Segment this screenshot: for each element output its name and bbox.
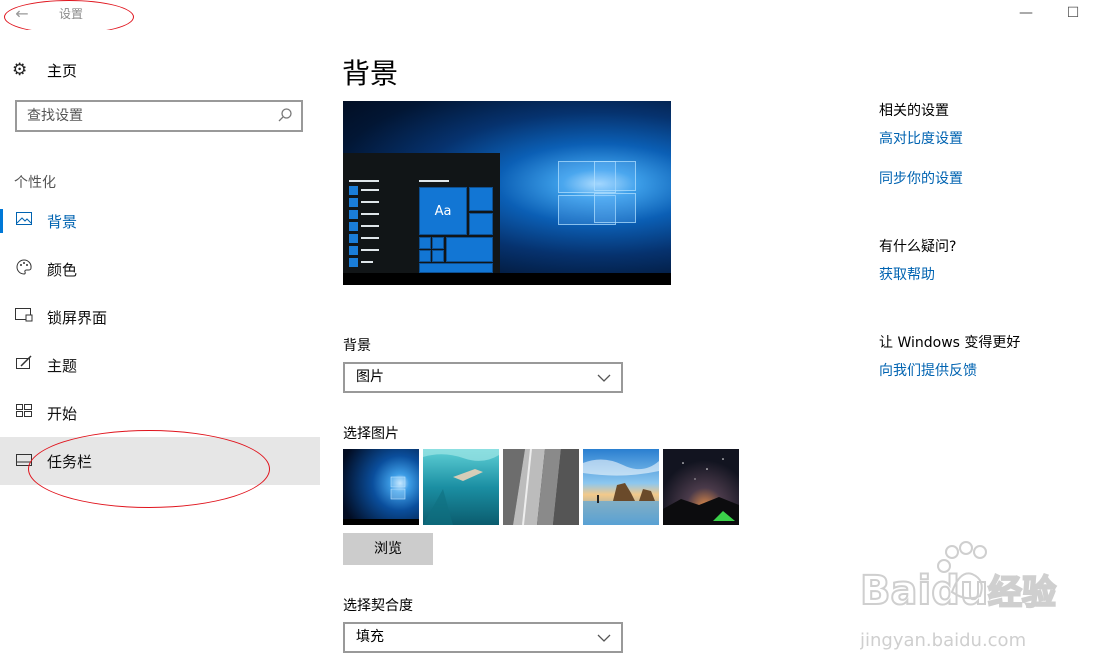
browse-button[interactable]: 浏览	[343, 533, 433, 565]
chevron-down-icon	[597, 365, 611, 401]
baidu-jingyan-watermark: Baidu 经验 jingyan.baidu.com	[860, 541, 1057, 651]
sidebar-item-label: 颜色	[47, 260, 78, 279]
feedback-link[interactable]: 向我们提供反馈	[879, 360, 977, 380]
sidebar-item-themes[interactable]: 主题	[0, 341, 320, 389]
palette-icon	[13, 259, 35, 279]
back-button[interactable]: ←	[8, 4, 36, 26]
preview-start-menu: Aa	[343, 153, 500, 273]
watermark-brand: Baidu	[860, 568, 988, 614]
picture-icon	[13, 212, 35, 230]
theme-brush-icon	[13, 355, 35, 375]
section-heading: 个性化	[14, 175, 56, 191]
picture-thumbnail-rock[interactable]	[503, 449, 579, 525]
get-help-link[interactable]: 获取帮助	[879, 264, 935, 284]
picture-thumbnail-night-sky[interactable]	[663, 449, 739, 525]
background-type-dropdown[interactable]: 图片	[343, 362, 623, 393]
start-grid-icon	[13, 404, 35, 422]
page-title: 背景	[342, 57, 399, 90]
watermark-cn: 经验	[988, 573, 1056, 613]
sidebar-home[interactable]: ⚙ 主页	[12, 58, 77, 82]
sidebar: ⚙ 主页 个性化 背景 颜色 锁屏界面 主题 开始	[0, 30, 320, 663]
background-type-value: 图片	[356, 369, 384, 385]
sidebar-item-background[interactable]: 背景	[0, 197, 320, 245]
picture-thumbnail-windows[interactable]	[343, 449, 419, 525]
sidebar-item-colors[interactable]: 颜色	[0, 245, 320, 293]
fit-dropdown[interactable]: 填充	[343, 622, 623, 653]
sidebar-item-label: 开始	[47, 404, 78, 423]
fit-value: 填充	[356, 629, 384, 645]
lock-screen-icon	[13, 308, 35, 326]
sidebar-item-label: 任务栏	[47, 452, 93, 471]
sidebar-item-lock-screen[interactable]: 锁屏界面	[0, 293, 320, 341]
chevron-down-icon	[597, 625, 611, 661]
background-preview: Aa	[343, 101, 671, 285]
minimize-button[interactable]: —	[1003, 2, 1049, 26]
sidebar-home-label: 主页	[47, 61, 78, 80]
preview-tile-text: Aa	[419, 187, 467, 235]
gear-icon: ⚙	[12, 60, 28, 80]
search-input[interactable]	[17, 102, 267, 130]
title-bar: ← 设置 — ☐	[0, 0, 1119, 30]
sidebar-item-label: 背景	[47, 212, 78, 231]
fit-label: 选择契合度	[343, 598, 413, 614]
background-label: 背景	[343, 338, 371, 354]
preview-taskbar	[343, 273, 671, 285]
back-arrow-icon: ←	[15, 4, 29, 23]
sidebar-item-label: 主题	[47, 356, 78, 375]
window-title: 设置	[59, 7, 84, 21]
related-settings-heading: 相关的设置	[879, 103, 949, 119]
improve-windows-heading: 让 Windows 变得更好	[879, 335, 1021, 351]
search-box	[15, 100, 303, 132]
picture-thumbnail-underwater[interactable]	[423, 449, 499, 525]
maximize-button[interactable]: ☐	[1050, 2, 1096, 26]
sync-settings-link[interactable]: 同步你的设置	[879, 168, 963, 188]
taskbar-icon	[13, 452, 35, 470]
preview-window-pane	[594, 161, 636, 191]
search-icon[interactable]	[277, 107, 293, 127]
sidebar-item-start[interactable]: 开始	[0, 389, 320, 437]
sidebar-item-taskbar[interactable]: 任务栏	[0, 437, 320, 485]
high-contrast-link[interactable]: 高对比度设置	[879, 128, 963, 148]
question-heading: 有什么疑问?	[879, 239, 957, 255]
preview-window-pane	[594, 193, 636, 223]
watermark-url: jingyan.baidu.com	[860, 630, 1026, 651]
choose-picture-label: 选择图片	[343, 426, 399, 442]
picture-thumbnail-beach[interactable]	[583, 449, 659, 525]
sidebar-item-label: 锁屏界面	[47, 308, 108, 327]
